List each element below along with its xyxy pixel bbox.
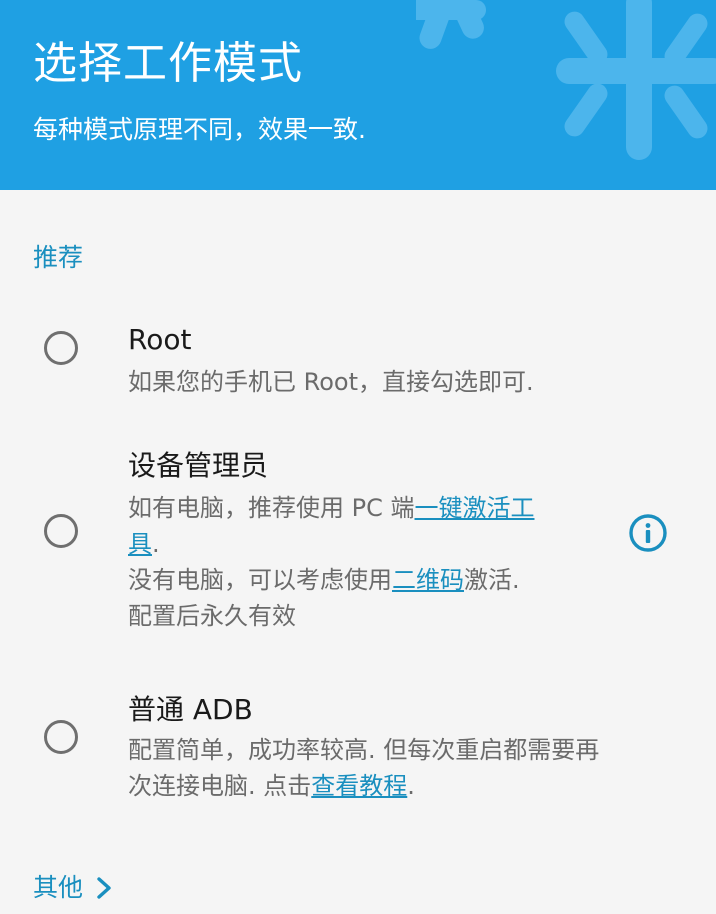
snowflake-icon bbox=[416, 0, 716, 160]
other-modes-label: 其他 bbox=[33, 873, 84, 902]
option-desc-line: 次连接电脑. 点击查看教程. bbox=[128, 768, 599, 804]
desc-text: . bbox=[407, 772, 415, 800]
page-subtitle: 每种模式原理不同，效果一致. bbox=[33, 115, 366, 144]
other-modes-button[interactable]: 其他 bbox=[33, 870, 115, 906]
qr-code-link[interactable]: 二维码 bbox=[392, 566, 464, 594]
desc-text: 如有电脑，推荐使用 PC 端 bbox=[128, 494, 415, 522]
option-desc-adb: 配置简单，成功率较高. 但每次重启都需要再 次连接电脑. 点击查看教程. bbox=[128, 732, 599, 804]
desc-text: . bbox=[152, 530, 160, 558]
header-bar: 选择工作模式 每种模式原理不同，效果一致. bbox=[0, 0, 716, 190]
option-desc-device-admin: 如有电脑，推荐使用 PC 端一键激活工 具. 没有电脑，可以考虑使用二维码激活.… bbox=[128, 490, 535, 634]
info-icon[interactable] bbox=[628, 513, 668, 553]
option-title-adb: 普通 ADB bbox=[128, 693, 253, 726]
desc-text: 没有电脑，可以考虑使用 bbox=[128, 566, 392, 594]
one-click-activation-tool-link-cont[interactable]: 具 bbox=[128, 530, 152, 558]
one-click-activation-tool-link[interactable]: 一键激活工 bbox=[415, 494, 535, 522]
option-title-root: Root bbox=[128, 323, 192, 356]
mode-option-device-admin[interactable]: 设备管理员 如有电脑，推荐使用 PC 端一键激活工 具. 没有电脑，可以考虑使用… bbox=[0, 446, 716, 636]
desc-text: 次连接电脑. 点击 bbox=[128, 772, 312, 800]
view-tutorial-link[interactable]: 查看教程 bbox=[311, 772, 407, 800]
option-desc-line: 配置简单，成功率较高. 但每次重启都需要再 bbox=[128, 736, 600, 764]
mode-option-adb[interactable]: 普通 ADB 配置简单，成功率较高. 但每次重启都需要再 次连接电脑. 点击查看… bbox=[0, 690, 716, 810]
option-desc-line: 没有电脑，可以考虑使用二维码激活. bbox=[128, 562, 535, 598]
option-title-device-admin: 设备管理员 bbox=[128, 449, 269, 482]
mode-option-root[interactable]: Root 如果您的手机已 Root，直接勾选即可. bbox=[0, 320, 716, 410]
chevron-right-icon bbox=[97, 877, 111, 899]
desc-text: 激活. bbox=[464, 566, 520, 594]
page-title: 选择工作模式 bbox=[33, 38, 303, 89]
option-desc-line: 如果您的手机已 Root，直接勾选即可. bbox=[128, 368, 534, 396]
radio-button-adb[interactable] bbox=[44, 720, 78, 754]
radio-button-root[interactable] bbox=[44, 331, 78, 365]
radio-button-device-admin[interactable] bbox=[44, 514, 78, 548]
option-desc-line: 如有电脑，推荐使用 PC 端一键激活工 bbox=[128, 490, 535, 526]
section-label-recommended: 推荐 bbox=[33, 243, 84, 272]
option-desc-root: 如果您的手机已 Root，直接勾选即可. bbox=[128, 364, 534, 400]
option-desc-line: 具. bbox=[128, 526, 535, 562]
option-desc-line: 配置后永久有效 bbox=[128, 602, 296, 630]
